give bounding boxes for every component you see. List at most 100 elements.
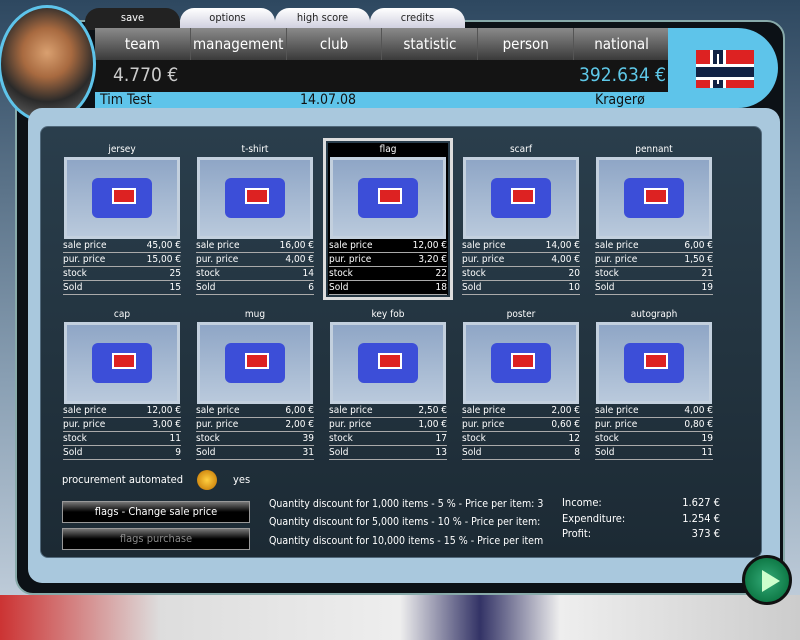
item-image[interactable] (330, 157, 446, 239)
row-value: 3,00 € (152, 419, 181, 430)
row-value: 22 (435, 268, 447, 279)
row-label: sale price (462, 405, 506, 416)
nav-national[interactable]: national (574, 28, 670, 60)
purchase-button[interactable]: flags purchase (62, 528, 250, 550)
item-image[interactable] (596, 322, 712, 404)
tab-save[interactable]: save (85, 8, 180, 30)
item-name: mug (244, 309, 266, 320)
row-value: 6,00 € (684, 240, 713, 251)
row-value: 1,50 € (684, 254, 713, 265)
row-sold: Sold 31 (196, 446, 314, 460)
row-label: sale price (462, 240, 506, 251)
row-value: 21 (701, 268, 713, 279)
item-image[interactable] (64, 322, 180, 404)
row-value: 45,00 € (146, 240, 181, 251)
tab-options[interactable]: options (180, 8, 275, 30)
nav-management[interactable]: management (191, 28, 287, 60)
item-image[interactable] (330, 322, 446, 404)
merch-card-flag[interactable]: flag sale price 12,00 € pur. price 3,20 € st… (323, 138, 453, 300)
row-sold: Sold 6 (196, 281, 314, 295)
row-stock: stock 22 (329, 267, 447, 281)
row-label: pur. price (329, 419, 372, 430)
row-value: 19 (701, 282, 713, 293)
row-label: pur. price (196, 254, 239, 265)
row-sale: sale price 16,00 € (196, 239, 314, 253)
nav-person[interactable]: person (478, 28, 575, 60)
row-value: 8 (574, 447, 580, 458)
item-image[interactable] (596, 157, 712, 239)
row-sold: Sold 19 (595, 281, 713, 295)
tab-credits[interactable]: credits (370, 8, 465, 30)
merch-card-t-shirt[interactable]: t-shirt sale price 16,00 € pur. price 4,00 … (195, 143, 315, 295)
row-pur: pur. price 1,00 € (329, 418, 447, 432)
row-label: pur. price (196, 419, 239, 430)
merch-card-poster[interactable]: poster sale price 2,00 € pur. price 0,60 € s… (461, 308, 581, 460)
row-value: 11 (169, 433, 181, 444)
row-value: 6 (308, 282, 314, 293)
merch-card-autograph[interactable]: autograph sale price 4,00 € pur. price 0,80… (594, 308, 714, 460)
row-value: 12 (568, 433, 580, 444)
row-sale: sale price 2,00 € (462, 404, 580, 418)
cap-icon (92, 343, 152, 383)
row-value: 0,60 € (551, 419, 580, 430)
item-image[interactable] (197, 157, 313, 239)
nav-club[interactable]: club (287, 28, 383, 60)
row-value: 14,00 € (545, 240, 580, 251)
budget-value: 392.634 € (579, 64, 666, 86)
flag-icon (358, 178, 418, 218)
row-value: 18 (435, 282, 447, 293)
expenditure-row: Expenditure: 1.254 € (562, 512, 720, 525)
row-pur: pur. price 0,80 € (595, 418, 713, 432)
row-label: stock (329, 433, 353, 444)
poster-icon (491, 343, 551, 383)
merch-card-scarf[interactable]: scarf sale price 14,00 € pur. price 4,00 € s… (461, 143, 581, 295)
item-image[interactable] (463, 322, 579, 404)
row-value: 2,00 € (551, 405, 580, 416)
continue-button[interactable] (742, 555, 792, 605)
procurement-toggle[interactable] (197, 470, 217, 490)
row-label: sale price (63, 240, 107, 251)
row-label: sale price (595, 240, 639, 251)
merch-card-mug[interactable]: mug sale price 6,00 € pur. price 2,00 € stoc… (195, 308, 315, 460)
row-value: 16,00 € (279, 240, 314, 251)
change-sale-price-button[interactable]: flags - Change sale price (62, 501, 250, 523)
merch-card-pennant[interactable]: pennant sale price 6,00 € pur. price 1,50 €… (594, 143, 714, 295)
autograph-icon (624, 343, 684, 383)
item-name: cap (113, 309, 131, 320)
item-name: key fob (371, 309, 405, 320)
row-pur: pur. price 2,00 € (196, 418, 314, 432)
nav-statistic[interactable]: statistic (382, 28, 479, 60)
item-name: jersey (108, 144, 136, 155)
mug-icon (225, 343, 285, 383)
merch-card-cap[interactable]: cap sale price 12,00 € pur. price 3,00 € sto… (62, 308, 182, 460)
row-label: pur. price (462, 254, 505, 265)
row-pur: pur. price 15,00 € (63, 253, 181, 267)
scarf-icon (491, 178, 551, 218)
merch-card-key-fob[interactable]: key fob sale price 2,50 € pur. price 1,00 €… (328, 308, 448, 460)
row-value: 4,00 € (285, 254, 314, 265)
top-tabs: save options high score credits (85, 8, 465, 30)
row-value: 11 (701, 447, 713, 458)
money-bar: 4.770 € 392.634 € (95, 60, 670, 92)
item-image[interactable] (197, 322, 313, 404)
row-sale: sale price 45,00 € (63, 239, 181, 253)
row-pur: pur. price 4,00 € (462, 253, 580, 267)
row-label: Sold (595, 282, 615, 293)
row-value: 17 (435, 433, 447, 444)
nav-team[interactable]: team (95, 28, 191, 60)
row-label: pur. price (329, 254, 372, 265)
discount-2: Quantity discount for 5,000 items - 10 %… (269, 516, 541, 528)
item-image[interactable] (64, 157, 180, 239)
tab-high-score[interactable]: high score (275, 8, 370, 30)
item-image[interactable] (463, 157, 579, 239)
stadium-banner (0, 595, 800, 640)
row-label: Sold (63, 282, 83, 293)
jersey-icon (92, 178, 152, 218)
row-label: sale price (63, 405, 107, 416)
cash-value: 4.770 € (113, 64, 179, 86)
merch-card-jersey[interactable]: jersey sale price 45,00 € pur. price 15,00 … (62, 143, 182, 295)
item-name: flag (328, 143, 448, 157)
row-stock: stock 14 (196, 267, 314, 281)
row-label: sale price (196, 240, 240, 251)
row-sold: Sold 8 (462, 446, 580, 460)
